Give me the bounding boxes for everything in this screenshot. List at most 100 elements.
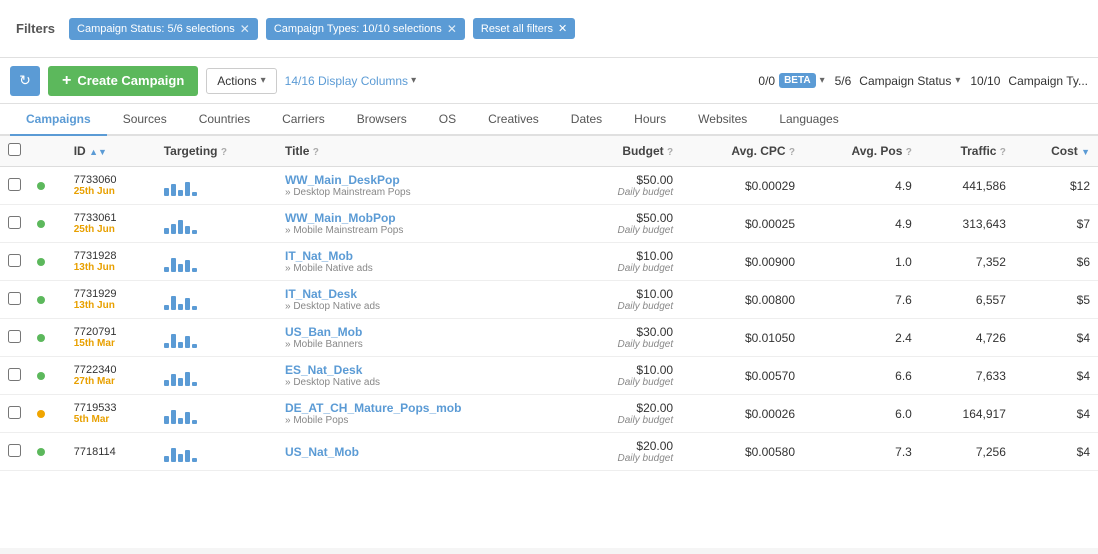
row-traffic-cell: 313,643 bbox=[920, 205, 1014, 243]
row-id-cell: 7733060 25th Jun bbox=[66, 167, 156, 205]
close-icon[interactable]: ✕ bbox=[447, 22, 457, 36]
custom-dropdown[interactable]: 0/0 BETA ▾ bbox=[758, 73, 824, 88]
campaign-id[interactable]: 7719533 bbox=[74, 402, 148, 414]
row-checkbox-cell[interactable] bbox=[0, 433, 29, 471]
row-checkbox-cell[interactable] bbox=[0, 243, 29, 281]
th-id[interactable]: ID ▲▼ bbox=[66, 136, 156, 167]
chevron-down-icon: ▾ bbox=[411, 75, 416, 86]
th-title[interactable]: Title ? bbox=[277, 136, 572, 167]
tab-carriers[interactable]: Carriers bbox=[266, 104, 341, 136]
row-traffic-cell: 4,726 bbox=[920, 319, 1014, 357]
th-targeting[interactable]: Targeting ? bbox=[156, 136, 277, 167]
filter-bar: Filters Campaign Status: 5/6 selections … bbox=[0, 0, 1098, 58]
th-traffic[interactable]: Traffic ? bbox=[920, 136, 1014, 167]
campaign-id[interactable]: 7731928 bbox=[74, 250, 148, 262]
row-checkbox-cell[interactable] bbox=[0, 167, 29, 205]
tab-creatives[interactable]: Creatives bbox=[472, 104, 555, 136]
row-checkbox[interactable] bbox=[8, 444, 21, 457]
row-budget-cell: $10.00 Daily budget bbox=[572, 243, 682, 281]
budget-amount: $10.00 bbox=[580, 249, 674, 263]
campaign-title-link[interactable]: US_Ban_Mob bbox=[285, 325, 564, 339]
row-targeting-cell bbox=[156, 281, 277, 319]
actions-button[interactable]: Actions ▾ bbox=[206, 68, 276, 94]
row-checkbox-cell[interactable] bbox=[0, 357, 29, 395]
row-checkbox[interactable] bbox=[8, 330, 21, 343]
tab-campaigns[interactable]: Campaigns bbox=[10, 104, 107, 136]
tab-hours[interactable]: Hours bbox=[618, 104, 682, 136]
row-budget-cell: $20.00 Daily budget bbox=[572, 395, 682, 433]
targeting-bar bbox=[178, 220, 183, 234]
close-icon[interactable]: ✕ bbox=[558, 22, 567, 35]
campaign-title-link[interactable]: WW_Main_DeskPop bbox=[285, 173, 564, 187]
toolbar-right: 0/0 BETA ▾ 5/6 Campaign Status ▾ 10/10 C… bbox=[758, 73, 1088, 88]
table-container: ID ▲▼ Targeting ? Title ? Budget ? Avg. … bbox=[0, 136, 1098, 548]
campaign-status-dropdown[interactable]: 5/6 Campaign Status ▾ bbox=[835, 74, 961, 88]
tab-languages[interactable]: Languages bbox=[763, 104, 854, 136]
row-checkbox[interactable] bbox=[8, 178, 21, 191]
row-budget-cell: $50.00 Daily budget bbox=[572, 205, 682, 243]
targeting-bar bbox=[178, 454, 183, 462]
targeting-bar bbox=[185, 372, 190, 386]
tab-os[interactable]: OS bbox=[423, 104, 472, 136]
budget-amount: $10.00 bbox=[580, 287, 674, 301]
campaign-date: 27th Mar bbox=[74, 376, 148, 387]
row-checkbox[interactable] bbox=[8, 216, 21, 229]
row-title-cell: WW_Main_DeskPop » Desktop Mainstream Pop… bbox=[277, 167, 572, 205]
campaign-title-link[interactable]: IT_Nat_Desk bbox=[285, 287, 564, 301]
tab-websites[interactable]: Websites bbox=[682, 104, 763, 136]
reset-all-filters-button[interactable]: Reset all filters ✕ bbox=[473, 18, 575, 39]
filter-chip-types[interactable]: Campaign Types: 10/10 selections ✕ bbox=[266, 18, 465, 40]
campaign-title-link[interactable]: IT_Nat_Mob bbox=[285, 249, 564, 263]
campaign-id[interactable]: 7733061 bbox=[74, 212, 148, 224]
row-checkbox-cell[interactable] bbox=[0, 395, 29, 433]
campaign-id[interactable]: 7733060 bbox=[74, 174, 148, 186]
plus-icon: + bbox=[62, 72, 71, 90]
chevron-down-icon: ▾ bbox=[820, 75, 825, 86]
tab-browsers[interactable]: Browsers bbox=[341, 104, 423, 136]
row-checkbox-cell[interactable] bbox=[0, 319, 29, 357]
chevron-down-icon: ▾ bbox=[955, 75, 960, 86]
table-row: 7722340 27th Mar ES_Nat_Desk » Desktop N… bbox=[0, 357, 1098, 395]
row-checkbox-cell[interactable] bbox=[0, 205, 29, 243]
select-all-checkbox[interactable] bbox=[8, 143, 21, 156]
campaign-title-link[interactable]: US_Nat_Mob bbox=[285, 445, 564, 459]
row-traffic-cell: 441,586 bbox=[920, 167, 1014, 205]
campaign-id[interactable]: 7718114 bbox=[74, 446, 148, 458]
th-avg-pos[interactable]: Avg. Pos ? bbox=[803, 136, 920, 167]
row-avg-cpc-cell: $0.01050 bbox=[681, 319, 803, 357]
th-avg-cpc[interactable]: Avg. CPC ? bbox=[681, 136, 803, 167]
campaign-title-link[interactable]: DE_AT_CH_Mature_Pops_mob bbox=[285, 401, 564, 415]
create-campaign-button[interactable]: + Create Campaign bbox=[48, 66, 198, 96]
tab-countries[interactable]: Countries bbox=[183, 104, 266, 136]
campaign-types-dropdown[interactable]: 10/10 Campaign Ty... bbox=[970, 74, 1088, 88]
close-icon[interactable]: ✕ bbox=[240, 22, 250, 36]
campaign-id[interactable]: 7731929 bbox=[74, 288, 148, 300]
filter-chip-types-text: Campaign Types: 10/10 selections bbox=[274, 23, 442, 35]
tab-sources[interactable]: Sources bbox=[107, 104, 183, 136]
row-status-cell bbox=[29, 243, 66, 281]
status-dot bbox=[37, 448, 45, 456]
row-avg-pos-cell: 4.9 bbox=[803, 167, 920, 205]
campaign-title-link[interactable]: ES_Nat_Desk bbox=[285, 363, 564, 377]
targeting-bar bbox=[178, 264, 183, 272]
display-columns-button[interactable]: 14/16 Display Columns ▾ bbox=[285, 74, 416, 88]
targeting-bars bbox=[164, 290, 269, 310]
row-checkbox[interactable] bbox=[8, 368, 21, 381]
campaign-title-link[interactable]: WW_Main_MobPop bbox=[285, 211, 564, 225]
campaign-status-label: Campaign Status bbox=[859, 74, 951, 88]
row-checkbox[interactable] bbox=[8, 254, 21, 267]
campaign-id[interactable]: 7722340 bbox=[74, 364, 148, 376]
row-budget-cell: $10.00 Daily budget bbox=[572, 357, 682, 395]
refresh-button[interactable]: ↻ bbox=[10, 66, 40, 96]
row-checkbox-cell[interactable] bbox=[0, 281, 29, 319]
row-checkbox[interactable] bbox=[8, 406, 21, 419]
tab-dates[interactable]: Dates bbox=[555, 104, 618, 136]
campaign-id[interactable]: 7720791 bbox=[74, 326, 148, 338]
targeting-bars bbox=[164, 176, 269, 196]
th-cost[interactable]: Cost ▼ bbox=[1014, 136, 1098, 167]
th-budget[interactable]: Budget ? bbox=[572, 136, 682, 167]
table-row: 7720791 15th Mar US_Ban_Mob » Mobile Ban… bbox=[0, 319, 1098, 357]
filter-chip-status[interactable]: Campaign Status: 5/6 selections ✕ bbox=[69, 18, 258, 40]
row-checkbox[interactable] bbox=[8, 292, 21, 305]
row-status-cell bbox=[29, 357, 66, 395]
